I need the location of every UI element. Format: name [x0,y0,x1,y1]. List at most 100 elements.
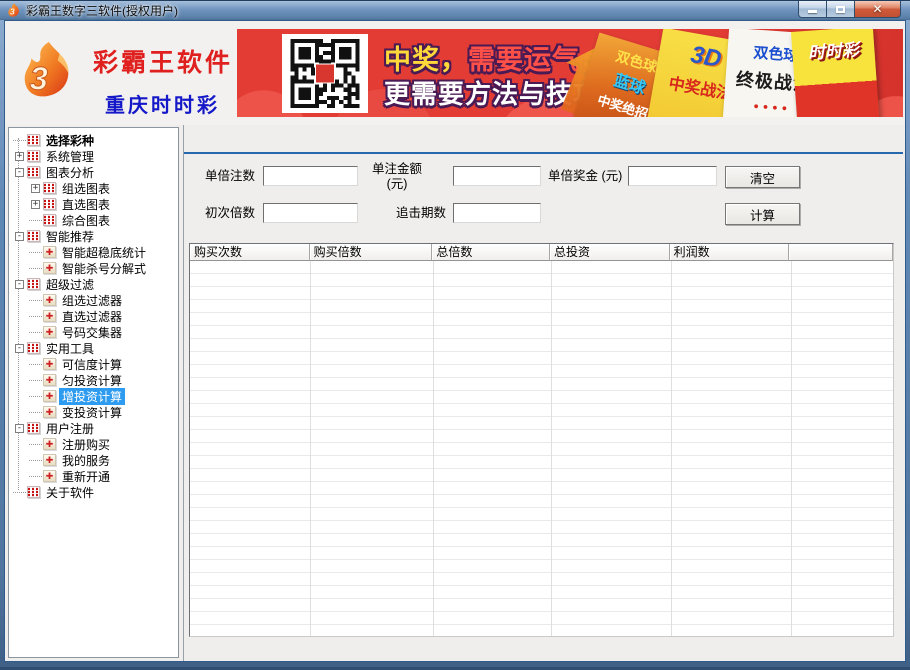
tree-item[interactable]: - 实用工具 [9,340,178,356]
grid-icon [27,166,40,178]
tree-item[interactable]: ✚增投资计算 [9,388,178,404]
ad-banner[interactable]: 中奖，需要运气， 更需要方法与技巧 双色球 蓝球 中奖绝招 3D 中奖战法 双色… [237,29,903,117]
grid-icon [27,486,40,498]
tree-item[interactable]: - 超级过滤 [9,276,178,292]
tree-item[interactable]: - 用户注册 [9,420,178,436]
single-bet-count-input[interactable] [263,166,358,186]
close-icon: ✕ [872,3,882,15]
tree-item[interactable]: - 智能推荐 [9,228,178,244]
tree-item[interactable]: 关于软件 [9,484,178,500]
tree-item-label: 超级过滤 [43,276,97,293]
tree-item[interactable]: - 图表分析 [9,164,178,180]
expand-toggle[interactable]: + [31,184,40,193]
tree-item[interactable]: ✚匀投资计算 [9,372,178,388]
tree-item-label: 直选过滤器 [59,308,125,325]
expand-toggle[interactable]: - [15,232,24,241]
table-column-header[interactable]: 购买次数 [190,244,310,261]
table-column-header[interactable] [789,244,893,261]
arrow-icon: ✚ [43,326,56,338]
tree-item-label: 用户注册 [43,420,97,437]
header: 3 彩霸王软件 重庆时时彩 中奖，需要运气， 更需要方法与技巧 [5,21,905,126]
tree-item-label: 可信度计算 [59,356,125,373]
body-area: 选择彩种+系统管理-图表分析+组选图表+直选图表综合图表-智能推荐✚智能超稳底统… [5,125,905,661]
logo-subtitle: 重庆时时彩 [105,89,220,118]
tree-item[interactable]: 选择彩种 [9,132,178,148]
arrow-icon: ✚ [43,470,56,482]
table-body[interactable] [190,261,893,636]
navigation-tree: 选择彩种+系统管理-图表分析+组选图表+直选图表综合图表-智能推荐✚智能超稳底统… [8,127,179,658]
logo-title: 彩霸王软件 [93,43,233,79]
tree-item-label: 注册购买 [59,436,113,453]
arrow-icon: ✚ [43,310,56,322]
tree-connector [29,316,42,317]
app-window: 3 彩霸王数字三软件(授权用户) ✕ 3 彩霸王软件 重庆时时彩 [0,0,910,670]
tree-item[interactable]: +系统管理 [9,148,178,164]
tree-item-label: 增投资计算 [59,388,125,405]
calculate-button[interactable]: 计算 [725,203,800,225]
tree-item-label: 重新开通 [59,468,113,485]
logo-flame-icon: 3 [17,38,75,104]
single-bet-amount-input[interactable] [453,166,541,186]
tree-item[interactable]: 综合图表 [9,212,178,228]
expand-toggle[interactable]: - [15,280,24,289]
expand-toggle[interactable]: - [15,344,24,353]
tree-connector [29,252,42,253]
logo-number: 3 [30,59,48,96]
title-bar[interactable]: 3 彩霸王数字三软件(授权用户) ✕ [0,0,910,20]
grid-icon [43,198,56,210]
minimize-button[interactable] [798,1,827,18]
single-prize-input[interactable] [628,166,717,186]
tree-connector [13,140,26,141]
grid-icon [43,182,56,194]
tree-item[interactable]: ✚直选过滤器 [9,308,178,324]
tree-item[interactable]: ✚重新开通 [9,468,178,484]
arrow-icon: ✚ [43,358,56,370]
tree-item-label: 实用工具 [43,340,97,357]
arrow-icon: ✚ [43,246,56,258]
expand-toggle[interactable]: + [31,200,40,209]
expand-toggle[interactable]: - [15,424,24,433]
expand-toggle[interactable]: + [15,152,24,161]
table-column-header[interactable]: 购买倍数 [310,244,433,261]
table-column-header[interactable]: 总投资 [550,244,670,261]
tree-item-label: 图表分析 [43,164,97,181]
expand-toggle[interactable]: - [15,168,24,177]
tree-item[interactable]: ✚可信度计算 [9,356,178,372]
clear-button[interactable]: 清空 [725,166,800,188]
grid-icon [27,134,40,146]
tree-item[interactable]: +组选图表 [9,180,178,196]
label-line: 单注金额 [372,162,422,176]
chase-periods-label: 追击期数 [396,206,446,221]
tree-connector [29,300,42,301]
banner-slogan-line1: 中奖，需要运气， [384,38,608,77]
tree-connector [29,380,42,381]
grid-icon [27,342,40,354]
maximize-button[interactable] [827,1,855,18]
arrow-icon: ✚ [43,406,56,418]
svg-text:3: 3 [10,7,15,17]
tree-item[interactable]: ✚智能杀号分解式 [9,260,178,276]
tree-item[interactable]: + 直选图表 [9,196,178,212]
table-column-header[interactable]: 总倍数 [432,244,550,261]
tree-item-label: 智能杀号分解式 [59,260,149,277]
tree-item[interactable]: ✚智能超稳底统计 [9,244,178,260]
tree-item[interactable]: ✚组选过滤器 [9,292,178,308]
tree-item[interactable]: ✚变投资计算 [9,404,178,420]
close-button[interactable]: ✕ [855,1,901,18]
arrow-icon: ✚ [43,454,56,466]
banner-slogan-highlight: 中奖， [384,45,468,75]
table-header-row: 购买次数购买倍数总倍数总投资利润数 [190,244,893,261]
tree-connector [13,492,26,493]
grid-icon [27,278,40,290]
initial-multiple-input[interactable] [263,203,358,223]
tree-item-label: 直选图表 [59,196,113,213]
single-bet-count-label: 单倍注数 [205,169,255,184]
tree-item-label: 智能推荐 [43,228,97,245]
chase-periods-input[interactable] [453,203,541,223]
tree-item[interactable]: ✚注册购买 [9,436,178,452]
tree-connector [29,412,42,413]
table-column-header[interactable]: 利润数 [670,244,790,261]
tree-item[interactable]: ✚我的服务 [9,452,178,468]
label-line: (元) [387,177,408,191]
tree-item[interactable]: ✚号码交集器 [9,324,178,340]
